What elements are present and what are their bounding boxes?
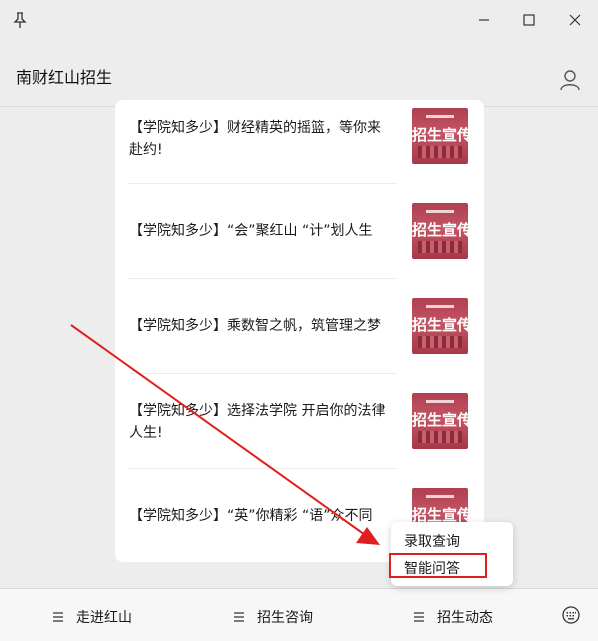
- article-item[interactable]: 【学院知多少】“会”聚红山 “计”划人生 招生宣传: [129, 195, 469, 290]
- thumbnail-text: 招生宣传: [412, 126, 468, 144]
- minimize-icon[interactable]: [474, 10, 494, 30]
- article-thumbnail[interactable]: 招生宣传: [412, 298, 468, 354]
- window-titlebar: [0, 0, 598, 40]
- menu-icon: [414, 612, 424, 622]
- article-thumbnail[interactable]: 招生宣传: [412, 108, 468, 164]
- menu-icon: [234, 612, 244, 622]
- thumbnail-logo-bar: [426, 400, 454, 403]
- page-title: 南财红山招生: [16, 68, 113, 87]
- user-icon[interactable]: [558, 68, 582, 92]
- thumbnail-text: 招生宣传: [412, 221, 468, 239]
- article-thumbnail[interactable]: 招生宣传: [412, 203, 468, 259]
- tab-zhaosheng-dongtai[interactable]: 招生动态: [413, 607, 493, 627]
- tab-zhaosheng-zixun[interactable]: 招生咨询: [233, 607, 313, 627]
- close-icon[interactable]: [565, 10, 585, 30]
- menu-item-luqu-chaxun[interactable]: 录取查询: [404, 531, 460, 551]
- article-item[interactable]: 【学院知多少】财经精英的摇篮，等你来赴约! 招生宣传: [129, 100, 469, 195]
- thumbnail-logo-bar: [426, 210, 454, 213]
- thumbnail-building: [418, 241, 462, 253]
- maximize-icon[interactable]: [519, 10, 539, 30]
- article-title[interactable]: 【学院知多少】乘数智之帆，筑管理之梦: [129, 315, 387, 337]
- thumbnail-building: [418, 336, 462, 348]
- keyboard-icon[interactable]: [561, 605, 581, 625]
- thumbnail-text: 招生宣传: [412, 316, 468, 334]
- article-title[interactable]: 【学院知多少】选择法学院 开启你的法律人生!: [129, 400, 387, 444]
- article-thumbnail[interactable]: 招生宣传: [412, 393, 468, 449]
- thumbnail-text: 招生宣传: [412, 411, 468, 429]
- pin-icon[interactable]: [10, 10, 30, 30]
- article-title[interactable]: 【学院知多少】财经精英的摇篮，等你来赴约!: [129, 117, 387, 161]
- bottom-menu-bar: 走进红山 招生咨询 招生动态: [0, 588, 598, 641]
- article-list-card: 【学院知多少】财经精英的摇篮，等你来赴约! 招生宣传 【学院知多少】“会”聚红山…: [115, 100, 484, 562]
- thumbnail-logo-bar: [426, 495, 454, 498]
- article-title[interactable]: 【学院知多少】“会”聚红山 “计”划人生: [129, 220, 387, 242]
- thumbnail-logo-bar: [426, 305, 454, 308]
- menu-icon: [53, 612, 63, 622]
- item-divider: [129, 468, 397, 469]
- article-item[interactable]: 【学院知多少】选择法学院 开启你的法律人生! 招生宣传: [129, 385, 469, 480]
- item-divider: [129, 373, 397, 374]
- item-divider: [129, 278, 397, 279]
- item-divider: [129, 183, 397, 184]
- thumbnail-building: [418, 146, 462, 158]
- article-title[interactable]: 【学院知多少】“英”你精彩 “语”众不同: [129, 505, 387, 527]
- tab-label: 招生动态: [437, 610, 493, 626]
- tab-zoujin-hongshan[interactable]: 走进红山: [52, 607, 132, 627]
- tab-label: 走进红山: [76, 610, 132, 626]
- tab-label: 招生咨询: [257, 610, 313, 626]
- thumbnail-logo-bar: [426, 115, 454, 118]
- chat-header: 南财红山招生: [0, 40, 598, 106]
- annotation-highlight-box: [389, 553, 487, 578]
- thumbnail-building: [418, 431, 462, 443]
- article-item[interactable]: 【学院知多少】乘数智之帆，筑管理之梦 招生宣传: [129, 290, 469, 385]
